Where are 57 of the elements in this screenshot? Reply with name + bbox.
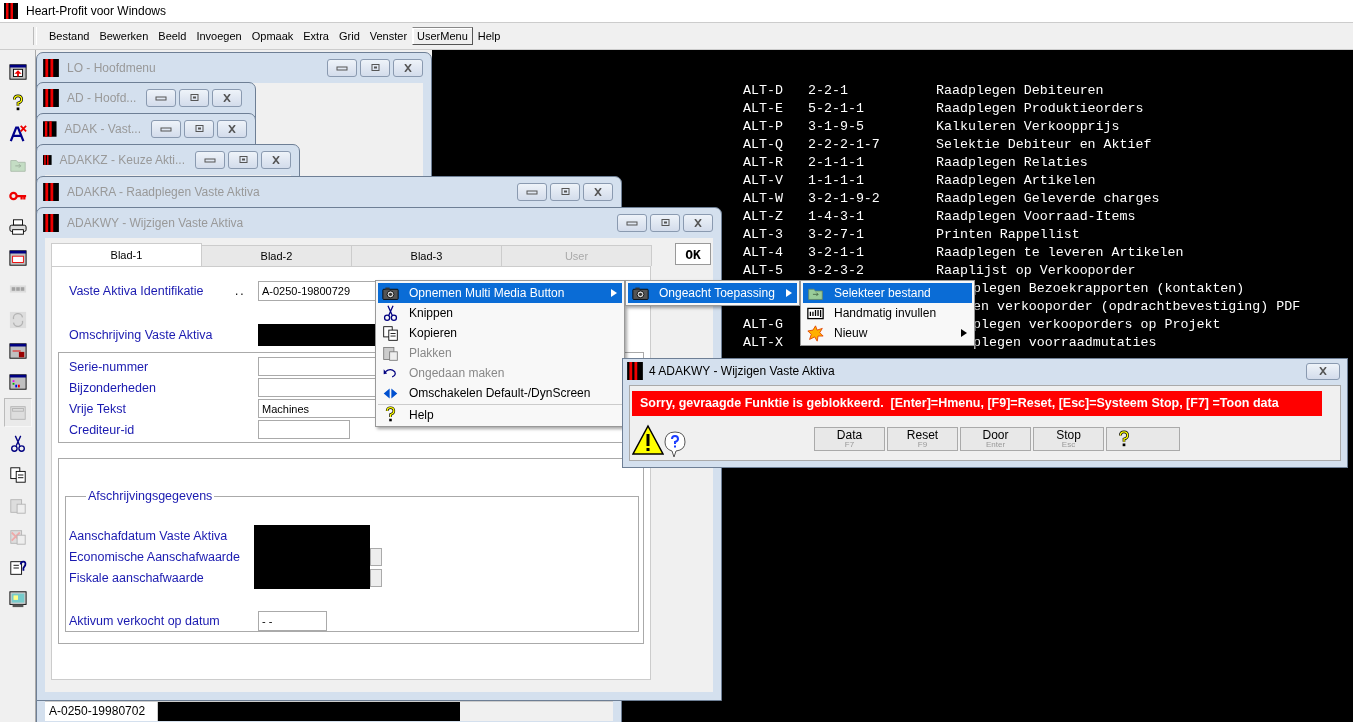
field-label: Bijzonderheden [69, 380, 157, 395]
field-label: Omschrijving Vaste Aktiva [69, 328, 214, 342]
shortcut-key: ALT-G [743, 317, 783, 332]
menu-code: 3-1-9-5 [808, 119, 864, 134]
menu-code: 3-2-1-9-2 [808, 191, 880, 206]
window-title: ADAK - Vast... [64, 122, 141, 136]
function-name: Selektie Debiteur en Aktief [936, 136, 1152, 154]
menu-code: 3-2-3-2 [808, 263, 864, 278]
shortcut-key: ALT-Q [743, 137, 783, 152]
function-name: Raadplegen Artikelen [936, 172, 1096, 190]
shortcut-key: ALT-4 [743, 245, 783, 260]
function-name: Raadplegen Voorraad-Items [936, 208, 1136, 226]
shortcut-key: ALT-W [743, 191, 783, 206]
shortcut-key: ALT-5 [743, 263, 783, 278]
shortcut-key: ALT-R [743, 155, 783, 170]
function-name: Raadplegen Relaties [936, 154, 1088, 172]
field-label: Vaste Aktiva Identifikatie [69, 284, 205, 298]
leader-dots: .. [235, 284, 247, 298]
field-label: Economische Aanschafwaarde [69, 549, 241, 564]
field-label: Aktivum verkocht op datum [69, 614, 221, 628]
function-name: Raadplegen Produktieorders [936, 100, 1144, 118]
field-label: Fiskale aanschafwaarde [69, 570, 205, 585]
function-name: Raadplegen Geleverde charges [936, 190, 1160, 208]
dialog-title: 4 ADAKWY - Wijzigen Vaste Aktiva [649, 364, 835, 378]
shortcut-key: ALT-V [743, 173, 783, 188]
window-title: ADAKRA - Raadplegen Vaste Aktiva [67, 185, 260, 199]
menu-code: 3-2-1-1 [808, 245, 864, 260]
table-cell: A-0250-19980702 [45, 702, 158, 721]
group-legend: Afschrijvingsgegevens [86, 489, 215, 503]
window-title: ADAKKZ - Keuze Akti... [59, 153, 185, 167]
field-label: Serie-nummer [69, 359, 150, 374]
menu-code: 2-1-1-1 [808, 155, 864, 170]
shortcut-key: ALT-Z [743, 209, 783, 224]
window-title: ADAKWY - Wijzigen Vaste Aktiva [67, 216, 244, 230]
shortcut-key: ALT-3 [743, 227, 783, 242]
window-title: AD - Hoofd... [67, 91, 137, 105]
function-name: Printen Rappellist [936, 226, 1080, 244]
shortcut-key: ALT-D [743, 83, 783, 98]
menu-code: 3-2-7-1 [808, 227, 864, 242]
menu-code: 2-2-2-1-7 [808, 137, 880, 152]
window-title: LO - Hoofdmenu [67, 61, 156, 75]
field-label: Aanschafdatum Vaste Aktiva [69, 528, 229, 543]
field-label: Crediteur-id [69, 422, 136, 437]
function-name: Raaplijst op Verkooporder [936, 262, 1136, 280]
shortcut-key: ALT-P [743, 119, 783, 134]
function-name: Kalkuleren Verkoopprijs [936, 118, 1120, 136]
menu-code: 2-2-1 [808, 83, 848, 98]
app-title: Heart-Profit voor Windows [26, 4, 167, 18]
shortcut-key: ALT-E [743, 101, 783, 116]
field-label: Vrije Tekst [69, 401, 127, 416]
function-name: Raadplegen te leveren Artikelen [936, 244, 1184, 262]
menu-code: 1-4-3-1 [808, 209, 864, 224]
shortcut-key: ALT-X [743, 335, 783, 350]
menu-code: 5-2-1-1 [808, 101, 864, 116]
menu-code: 1-1-1-1 [808, 173, 864, 188]
error-message: Sorry, gevraagde Funktie is geblokkeerd. [Enter]=Hmenu, [F9]=Reset, [Esc]=Systeem Stop, [F7] =Toon data [632, 391, 1322, 416]
function-name: Raadplegen Debiteuren [936, 82, 1104, 100]
